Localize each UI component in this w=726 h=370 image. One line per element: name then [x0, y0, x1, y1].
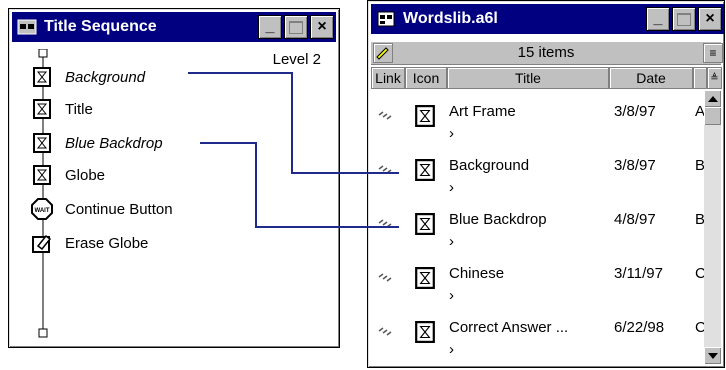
- window-title: Title Sequence: [44, 18, 157, 35]
- link-icon: [378, 327, 392, 336]
- minimize-button[interactable]: _: [258, 15, 282, 39]
- column-header-title[interactable]: Title: [447, 67, 609, 89]
- title-sequence-window: Title Sequence _ × Level 2 Background Ti…: [8, 8, 340, 348]
- maximize-button[interactable]: [672, 7, 696, 31]
- menu-lines-button[interactable]: ≡: [703, 43, 723, 63]
- display-icon: [415, 159, 435, 181]
- link-icon: [378, 111, 392, 120]
- flow-item-continue-button[interactable]: WAIT Continue Button: [31, 196, 173, 222]
- scroll-up-button[interactable]: [704, 90, 721, 107]
- row-arrow: ›: [449, 341, 454, 358]
- row-arrow: ›: [449, 179, 454, 196]
- map-icon: [16, 16, 38, 38]
- display-icon: [31, 164, 53, 186]
- close-button[interactable]: ×: [698, 7, 722, 31]
- table-row[interactable]: Background › 3/8/97 B: [373, 149, 705, 203]
- minimize-icon: _: [265, 18, 275, 35]
- row-title: Background: [449, 157, 530, 174]
- column-header-link[interactable]: Link: [371, 67, 405, 89]
- library-titlebar[interactable]: Wordslib.a6l _ ×: [371, 4, 724, 34]
- link-icon: [378, 273, 392, 282]
- flow-item-blue-backdrop[interactable]: Blue Backdrop: [31, 130, 163, 156]
- display-icon: [415, 105, 435, 127]
- svg-text:WAIT: WAIT: [35, 208, 50, 214]
- menu-lines-icon: ≡: [709, 46, 717, 60]
- flow-item-globe[interactable]: Globe: [31, 162, 105, 188]
- row-title: Correct Answer ...: [449, 319, 569, 336]
- window-title: Wordslib.a6l: [403, 10, 498, 27]
- header-label: Date: [636, 70, 666, 86]
- row-date: 4/8/97: [614, 211, 656, 228]
- header-label: Icon: [412, 70, 440, 86]
- flow-label: Globe: [65, 166, 106, 184]
- row-title: Chinese: [449, 265, 505, 282]
- display-icon: [415, 267, 435, 289]
- flow-item-title[interactable]: Title: [31, 96, 93, 122]
- display-icon: [31, 132, 53, 154]
- link-icon: [378, 219, 392, 228]
- display-icon: [415, 321, 435, 343]
- column-header-icon[interactable]: Icon: [405, 67, 447, 89]
- display-icon: [415, 213, 435, 235]
- close-icon: ×: [705, 10, 715, 27]
- display-icon: [31, 98, 53, 120]
- minimize-button[interactable]: _: [646, 7, 670, 31]
- header-label: Link: [375, 70, 401, 86]
- row-title: Blue Backdrop: [449, 211, 547, 228]
- sort-button[interactable]: ≜: [707, 67, 722, 89]
- row-date: 3/8/97: [614, 157, 656, 174]
- row-arrow: ›: [449, 125, 454, 142]
- row-date: 6/22/98: [614, 319, 665, 336]
- link-icon: [378, 165, 392, 174]
- display-icon: [31, 66, 53, 88]
- maximize-icon: [677, 12, 691, 26]
- table-row[interactable]: Blue Backdrop › 4/8/97 B: [373, 203, 705, 257]
- level-label: Level 2: [272, 51, 321, 68]
- library-window: Wordslib.a6l _ × 15 items ≡ Link Icon Ti…: [367, 0, 725, 368]
- flow-label: Erase Globe: [65, 234, 149, 252]
- row-date: 3/8/97: [614, 103, 656, 120]
- row-date: 3/11/97: [614, 265, 663, 282]
- row-title: Art Frame: [449, 103, 516, 120]
- library-status-bar: 15 items ≡: [371, 42, 723, 65]
- minimize-icon: _: [653, 10, 663, 27]
- wait-icon: WAIT: [31, 198, 53, 220]
- row-arrow: ›: [449, 287, 454, 304]
- title-sequence-titlebar[interactable]: Title Sequence _ ×: [12, 12, 336, 42]
- sort-icon: ≜: [710, 72, 719, 84]
- flow-label: Continue Button: [65, 200, 173, 218]
- table-row[interactable]: Art Frame › 3/8/97 A: [373, 95, 705, 149]
- vertical-scrollbar[interactable]: [704, 90, 721, 364]
- flow-label: Background: [65, 68, 146, 86]
- column-header-extra[interactable]: [693, 67, 707, 89]
- scroll-thumb[interactable]: [704, 107, 721, 125]
- close-button[interactable]: ×: [310, 15, 334, 39]
- flow-label: Blue Backdrop: [65, 134, 163, 152]
- chevron-down-icon: [707, 352, 718, 359]
- close-icon: ×: [317, 18, 327, 35]
- table-row[interactable]: Correct Answer ... › 6/22/98 C: [373, 311, 706, 365]
- column-header-date[interactable]: Date: [609, 67, 693, 89]
- item-count: 15 items: [517, 44, 575, 61]
- chevron-up-icon: [707, 95, 718, 102]
- library-icon: [375, 8, 397, 30]
- erase-icon: [31, 232, 53, 254]
- maximize-button[interactable]: [284, 15, 308, 39]
- flow-item-erase-globe[interactable]: Erase Globe: [31, 230, 148, 256]
- table-row[interactable]: Chinese › 3/11/97 C: [373, 257, 706, 311]
- row-arrow: ›: [449, 233, 454, 250]
- flow-item-background[interactable]: Background: [31, 64, 145, 90]
- scroll-down-button[interactable]: [704, 347, 721, 364]
- header-label: Title: [515, 70, 541, 86]
- flowline: [38, 49, 48, 338]
- maximize-icon: [289, 20, 303, 34]
- flow-label: Title: [65, 100, 93, 118]
